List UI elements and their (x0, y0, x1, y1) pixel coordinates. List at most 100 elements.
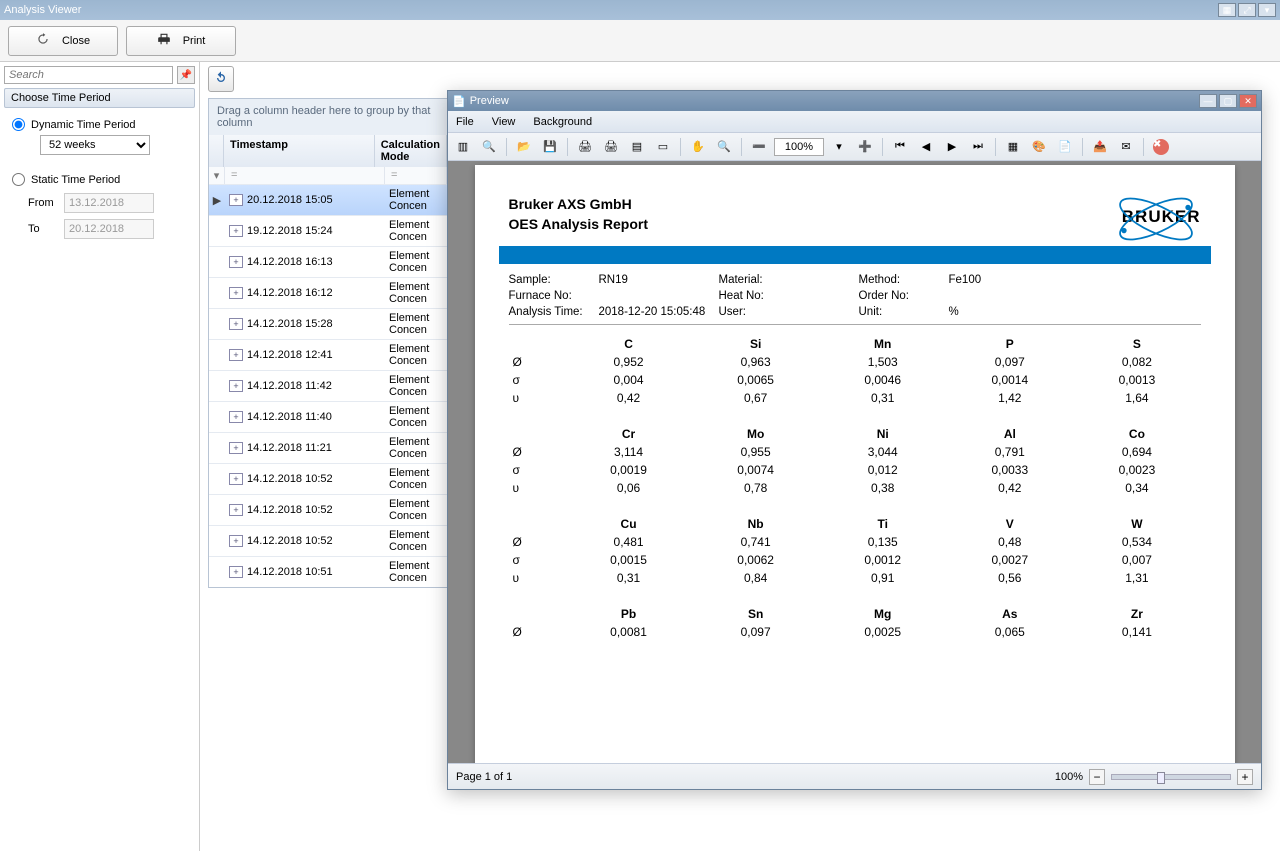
tb-firstpage-icon[interactable]: ⏮ (889, 136, 911, 158)
zoom-input[interactable] (774, 138, 824, 156)
close-button[interactable]: Close (8, 26, 118, 56)
to-label: To (28, 223, 58, 235)
tb-magnifier-icon[interactable]: 🔍 (713, 136, 735, 158)
tb-export-icon[interactable]: 📤 (1089, 136, 1111, 158)
pin-button[interactable]: 📌 (177, 66, 195, 84)
table-row[interactable]: +14.12.2018 11:40Element Concen (209, 401, 447, 432)
menu-view[interactable]: View (492, 116, 516, 128)
tb-scale-icon[interactable]: ▭ (652, 136, 674, 158)
print-button[interactable]: Print (126, 26, 236, 56)
expand-icon[interactable]: + (229, 318, 243, 330)
page-status: Page 1 of 1 (456, 771, 512, 783)
tb-prevpage-icon[interactable]: ◀ (915, 136, 937, 158)
row-timestamp: 19.12.2018 15:24 (247, 225, 333, 237)
tb-panel-icon[interactable]: ▥ (452, 136, 474, 158)
table-row[interactable]: +14.12.2018 10:52Element Concen (209, 463, 447, 494)
row-timestamp: 14.12.2018 16:13 (247, 256, 333, 268)
tb-stop-button[interactable]: ✖ (1150, 136, 1172, 158)
table-row[interactable]: +14.12.2018 10:51Element Concen (209, 556, 447, 587)
grid-group-hint[interactable]: Drag a column header here to group by th… (209, 99, 447, 135)
table-row[interactable]: +14.12.2018 12:41Element Concen (209, 339, 447, 370)
col-timestamp-header[interactable]: Timestamp (224, 135, 375, 167)
expand-icon[interactable]: + (229, 566, 243, 578)
dynamic-period-select[interactable]: 52 weeks (40, 135, 150, 155)
tb-email-icon[interactable]: ✉ (1115, 136, 1137, 158)
table-row[interactable]: +19.12.2018 15:24 Element Concen (209, 215, 447, 246)
expand-icon[interactable]: + (229, 256, 243, 268)
to-date-input[interactable] (64, 219, 154, 239)
preview-close-button[interactable]: ✕ (1239, 94, 1257, 108)
element-block: CuNbTiVWØ0,4810,7410,1350,480,534σ0,0015… (509, 515, 1201, 587)
print-label: Print (183, 35, 206, 47)
static-period-radio[interactable] (12, 173, 25, 186)
preview-app-icon: 📄 (452, 95, 466, 108)
tb-nextpage-icon[interactable]: ▶ (941, 136, 963, 158)
preview-title: Preview (470, 95, 509, 107)
row-timestamp: 14.12.2018 11:40 (247, 411, 332, 423)
window-dropdown-icon[interactable]: ▾ (1258, 3, 1276, 17)
tb-quickprint-icon[interactable]: 🖨 (600, 136, 622, 158)
table-row[interactable]: +14.12.2018 10:52Element Concen (209, 525, 447, 556)
menu-file[interactable]: File (456, 116, 474, 128)
table-row[interactable]: +14.12.2018 11:42Element Concen (209, 370, 447, 401)
expand-icon[interactable]: + (229, 473, 243, 485)
zoom-slider[interactable] (1111, 774, 1231, 780)
expand-icon[interactable]: + (229, 380, 243, 392)
window-grid-icon[interactable]: ▦ (1218, 3, 1236, 17)
row-mode: Element Concen (385, 495, 447, 525)
preview-minimize-button[interactable]: — (1199, 94, 1217, 108)
table-row[interactable]: +14.12.2018 16:13Element Concen (209, 246, 447, 277)
expand-icon[interactable]: + (229, 411, 243, 423)
row-timestamp: 20.12.2018 15:05 (247, 194, 333, 206)
tb-open-icon[interactable]: 📂 (513, 136, 535, 158)
table-row[interactable]: +14.12.2018 15:28Element Concen (209, 308, 447, 339)
filter-mode[interactable]: = (385, 167, 447, 184)
tb-multipage-icon[interactable]: ▦ (1002, 136, 1024, 158)
row-mode: Element Concen (385, 216, 447, 246)
titlebar: Analysis Viewer ▦ ⤢ ▾ (0, 0, 1280, 20)
from-label: From (28, 197, 58, 209)
dynamic-period-radio[interactable] (12, 118, 25, 131)
filter-icon[interactable]: ▾ (209, 167, 225, 184)
tb-zoom-dropdown[interactable]: ▾ (828, 136, 850, 158)
expand-icon[interactable]: + (229, 225, 243, 237)
window-expand-icon[interactable]: ⤢ (1238, 3, 1256, 17)
zoom-minus-button[interactable]: − (1089, 769, 1105, 785)
table-row[interactable]: +14.12.2018 10:52Element Concen (209, 494, 447, 525)
menu-background[interactable]: Background (533, 116, 592, 128)
tb-print-icon[interactable]: 🖨 (574, 136, 596, 158)
expand-icon[interactable]: + (229, 287, 243, 299)
col-mode-header[interactable]: Calculation Mode (375, 135, 447, 167)
filter-timestamp[interactable]: = (225, 167, 385, 184)
tb-pagesetup-icon[interactable]: ▤ (626, 136, 648, 158)
tb-save-icon[interactable]: 💾 (539, 136, 561, 158)
tb-watermark-icon[interactable]: 📄 (1054, 136, 1076, 158)
preview-viewport[interactable]: Bruker AXS GmbH OES Analysis Report BRUK… (448, 161, 1261, 763)
row-timestamp: 14.12.2018 16:12 (247, 287, 333, 299)
from-date-input[interactable] (64, 193, 154, 213)
zoom-plus-button[interactable]: + (1237, 769, 1253, 785)
tb-color-icon[interactable]: 🎨 (1028, 136, 1050, 158)
tb-zoomin-icon[interactable]: ➕ (854, 136, 876, 158)
refresh-button[interactable] (208, 66, 234, 92)
table-row[interactable]: +14.12.2018 11:21Element Concen (209, 432, 447, 463)
table-row[interactable]: +14.12.2018 16:12Element Concen (209, 277, 447, 308)
sidebar: 📌 Choose Time Period Dynamic Time Period… (0, 62, 200, 851)
tb-search-icon[interactable]: 🔍 (478, 136, 500, 158)
preview-window: 📄 Preview — ▢ ✕ File View Background ▥ 🔍… (447, 90, 1262, 790)
tb-lastpage-icon[interactable]: ⏭ (967, 136, 989, 158)
table-row[interactable]: ▶+20.12.2018 15:05Element Concen (209, 184, 447, 215)
row-timestamp: 14.12.2018 15:28 (247, 318, 333, 330)
search-input[interactable] (4, 66, 173, 84)
expand-icon[interactable]: + (229, 349, 243, 361)
expand-icon[interactable]: + (229, 535, 243, 547)
element-block: CSiMnPSØ0,9520,9631,5030,0970,082σ0,0040… (509, 335, 1201, 407)
expand-icon[interactable]: + (229, 442, 243, 454)
tb-zoomout-icon[interactable]: ➖ (748, 136, 770, 158)
expand-icon[interactable]: + (229, 504, 243, 516)
row-timestamp: 14.12.2018 10:52 (247, 473, 333, 485)
preview-maximize-button[interactable]: ▢ (1219, 94, 1237, 108)
tb-hand-icon[interactable]: ✋ (687, 136, 709, 158)
expand-icon[interactable]: + (229, 194, 243, 206)
preview-titlebar[interactable]: 📄 Preview — ▢ ✕ (448, 91, 1261, 111)
